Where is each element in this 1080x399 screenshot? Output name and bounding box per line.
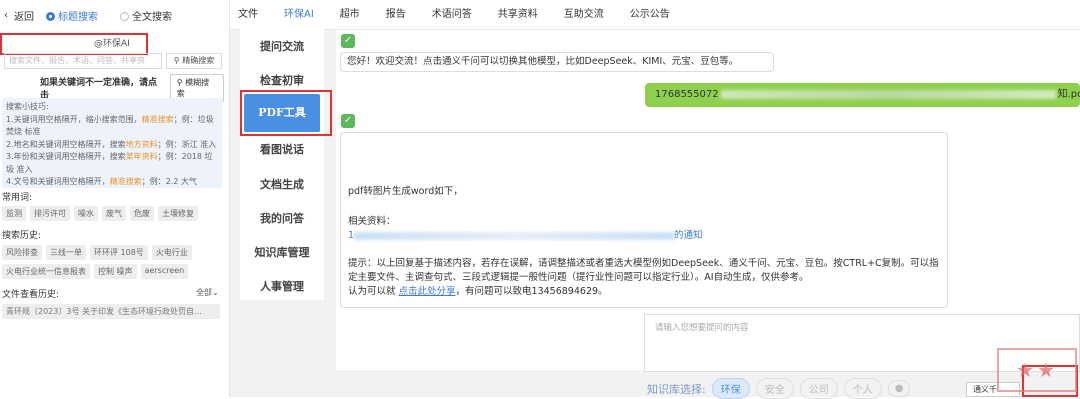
user-message-bubble: 1768555072知.pdf [645,83,1080,107]
nav-mutual-help[interactable]: 互助交流 [564,0,604,30]
common-words-list: 监测 排污许可 噪水 废气 危废 土壤修复 [2,206,224,221]
bot-avatar-icon: ✓ [341,34,355,48]
precise-search-button[interactable]: ⚲ 精确搜索 [166,53,222,69]
menu-doc-gen[interactable]: 文档生成 [240,176,324,192]
top-nav: 文件 环保AI 超市 报告 术语问答 共享资料 互助交流 公示公告 [230,0,1080,30]
kb-chip-env[interactable]: 环保 [711,378,750,399]
all-dropdown[interactable]: 全部⌄ [196,287,219,298]
nav-shared[interactable]: 共享资料 [498,0,538,30]
knowledge-base-row: 知识库选择: 环保 安全 公司 个人 ● [647,378,911,399]
watermark-seal: ★★ [997,348,1077,392]
search-mode-bar: ‹ 返回 标题搜索 全文搜索 [0,0,229,30]
tips-title: 搜索小技巧: [6,102,49,111]
reply-bubble: pdf转图片生成word如下， 相关资料： 1 的通知 提示：以上回复基于描述内容… [340,132,948,308]
chevron-down-icon: ⌄ [212,288,219,297]
kb-chip-company[interactable]: 公司 [799,378,838,399]
common-word-chip[interactable]: 土壤修复 [158,206,198,221]
history-chip[interactable]: 三线一单 [46,245,86,260]
history-chip[interactable]: 环环评 108号 [90,245,148,260]
nav-announcements[interactable]: 公示公告 [630,0,670,30]
fulltext-search-radio[interactable]: 全文搜索 [120,8,172,23]
kb-chip-personal[interactable]: 个人 [843,378,882,399]
common-words-label: 常用词: [2,193,33,203]
common-word-chip[interactable]: 废气 [102,206,126,221]
menu-kb-manage[interactable]: 知识库管理 [240,244,324,260]
search-row: 搜索文件、报告、术语、问答、共享资 ⚲ 精确搜索 [4,53,222,69]
ai-side-menu: 提问交流 检查初审 PDF工具 看图说话 文档生成 我的问答 知识库管理 人事管… [240,28,324,300]
back-icon[interactable]: ‹ [4,10,8,21]
tip-line-3: 3.年份和关键词用空格隔开，搜索某年资料；例：2018 垃圾 准入 [6,152,213,174]
blurred-text [354,231,675,240]
left-panel: ‹ 返回 标题搜索 全文搜索 @环保AI 搜索文件、报告、术语、问答、共享资 ⚲… [0,0,230,397]
common-word-chip[interactable]: 噪水 [74,206,98,221]
title-search-radio[interactable]: 标题搜索 [46,8,98,23]
kb-label: 知识库选择: [647,382,706,396]
kb-chip-safety[interactable]: 安全 [755,378,794,399]
greeting-bubble: 您好！欢迎交流！点击通义千问可以切换其他模型，比如DeepSeek、KIMI、元… [340,52,774,72]
history-chip[interactable]: aerscreen [140,264,189,279]
history-chip[interactable]: 火电行业统一信息报表 [2,264,90,279]
common-word-chip[interactable]: 排污许可 [30,206,70,221]
reply-note: 提示：以上回复基于描述内容，若存在误解，请调整描述或者重选大模型例如DeepSe… [348,258,939,283]
bot-avatar-icon: ✓ [341,114,355,128]
common-word-chip[interactable]: 危废 [130,206,154,221]
radio-selected-icon [46,12,55,21]
share-link[interactable]: 点击此处分享 [399,286,456,297]
file-history-item[interactable]: 青环规〔2023〕3号 关于印发《生态环境行政处罚自... [2,304,220,319]
back-button[interactable]: 返回 [14,8,34,23]
search-history-label: 搜索历史: [2,231,42,241]
menu-hr[interactable]: 人事管理 [240,278,324,294]
menu-inspection[interactable]: 检查初审 [240,72,324,88]
nav-env-ai[interactable]: 环保AI [284,0,314,30]
search-history-list: 风险排查 三线一单 环环评 108号 火电行业 火电行业统一信息报表 控制 噪声… [2,245,224,279]
history-chip[interactable]: 火电行业 [151,245,192,260]
reply-share-line: 认为可以就 点击此处分享，有问题可以致电13456894629。 [348,286,608,297]
tip-line-4: 4.文号和关键词用空格隔开，精准搜索；例：2.2 大气 [6,177,197,186]
search-tips: 搜索小技巧: 1.关键词用空格隔开，缩小搜索范围，精准搜索；例：垃圾 焚烧 标准… [2,98,222,188]
pdf-tool-highlight [240,90,332,136]
history-chip[interactable]: 风险排查 [2,245,42,260]
history-chip[interactable]: 控制 噪声 [94,264,137,279]
menu-my-qa[interactable]: 我的问答 [240,210,324,226]
nav-glossary[interactable]: 术语问答 [432,0,472,30]
keyword-tag-box[interactable]: @环保AI [0,33,148,55]
user-icon[interactable]: ● [887,380,911,397]
radio-icon [120,12,129,21]
reply-related-label: 相关资料： [348,216,396,227]
menu-image-talk[interactable]: 看图说话 [240,141,324,157]
file-history-label: 文件查看历史: [2,290,60,300]
nav-files[interactable]: 文件 [238,0,258,30]
search-input[interactable]: 搜索文件、报告、术语、问答、共享资 [4,53,162,69]
nav-reports[interactable]: 报告 [386,0,406,30]
nav-market[interactable]: 超市 [340,0,360,30]
common-word-chip[interactable]: 监测 [2,206,26,221]
related-file-link[interactable]: 1 的通知 [348,229,939,243]
blurred-text [720,89,1056,99]
tip-line-2: 2.地名和关键词用空格隔开，搜索地方资料；例：浙江 准入 [6,139,217,149]
tip-line-1: 1.关键词用空格隔开，缩小搜索范围，精准搜索；例：垃圾 焚烧 标准 [6,114,214,137]
menu-ask[interactable]: 提问交流 [240,38,324,54]
reply-line: pdf转图片生成word如下， [348,186,463,197]
